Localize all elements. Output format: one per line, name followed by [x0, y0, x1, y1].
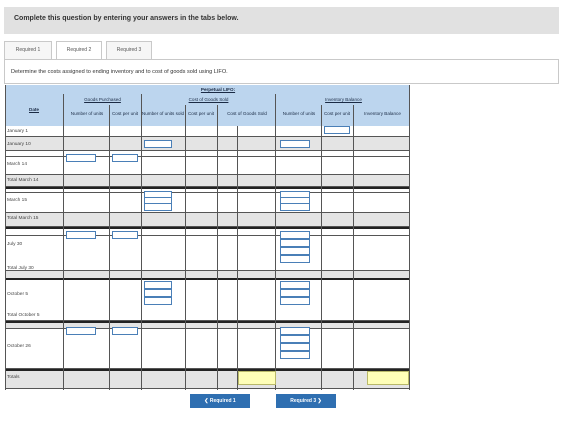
- grid-line: [217, 105, 218, 390]
- grid-line: [237, 126, 238, 390]
- tab-required-1[interactable]: Required 1: [4, 41, 52, 59]
- cogs-total-header: Cost of Goods Sold: [227, 111, 267, 116]
- question-prompt: Determine the costs assigned to ending i…: [11, 69, 228, 75]
- row-label: Total July 30: [7, 266, 34, 271]
- inventory-balance-header: Inventory Balance: [364, 111, 401, 116]
- cogs-header: Cost of Goods Sold: [188, 97, 229, 102]
- table-row: [5, 369, 410, 389]
- sold-units-input[interactable]: [144, 140, 172, 148]
- grid-line: [109, 105, 110, 390]
- row-label: Total October 5: [7, 313, 40, 318]
- table-row: [5, 137, 410, 151]
- inventory-units-input[interactable]: [280, 239, 310, 247]
- grid-line: [5, 85, 6, 390]
- p-cost-header: Cost per unit: [111, 111, 139, 116]
- grid-line: [353, 105, 354, 390]
- purchase-units-input[interactable]: [66, 231, 96, 239]
- row-label: July 30: [7, 242, 23, 247]
- total-inventory-cell[interactable]: [367, 371, 409, 385]
- section-separator: [5, 227, 410, 229]
- prev-required-button[interactable]: ❮ Required 1: [190, 394, 250, 408]
- grid-line: [409, 85, 410, 390]
- p-units-header: Number of units: [70, 111, 104, 116]
- sold-units-input[interactable]: [144, 289, 172, 297]
- inventory-units-input[interactable]: [280, 255, 310, 263]
- i-units-header: Number of units: [282, 111, 316, 116]
- inventory-units-input[interactable]: [280, 335, 310, 343]
- s-cost-header: Cost per unit: [187, 111, 215, 116]
- section-separator: [5, 278, 410, 280]
- i-cost-header: Cost per unit: [323, 111, 351, 116]
- instruction-bar: Complete this question by entering your …: [4, 7, 559, 34]
- grid-line: [321, 105, 322, 390]
- inventory-units-input[interactable]: [280, 231, 310, 239]
- grid-line: [185, 105, 186, 390]
- inventory-header: Inventory Balance: [325, 97, 362, 102]
- row-label: Totals: [7, 375, 20, 380]
- grid-line: [141, 94, 142, 390]
- sold-units-input[interactable]: [144, 203, 172, 211]
- purchase-cost-input[interactable]: [112, 327, 138, 335]
- purchase-units-input[interactable]: [66, 154, 96, 162]
- question-panel: Determine the costs assigned to ending i…: [4, 60, 559, 84]
- s-units-header: Number of units sold: [141, 111, 185, 116]
- table-row: [5, 193, 410, 213]
- table-row: [5, 236, 410, 271]
- tab-required-3[interactable]: Required 3: [106, 41, 152, 59]
- inventory-units-input[interactable]: [280, 327, 310, 335]
- inventory-cost-input[interactable]: [324, 126, 350, 134]
- table-row: [5, 213, 410, 227]
- grid-line: [63, 94, 64, 390]
- inventory-units-input[interactable]: [280, 247, 310, 255]
- total-cogs-cell[interactable]: [238, 371, 276, 385]
- sold-units-input[interactable]: [144, 297, 172, 305]
- inventory-units-input[interactable]: [280, 281, 310, 289]
- row-label: January 1: [7, 129, 29, 134]
- section-separator: [5, 187, 410, 189]
- row-label: Total March 15: [7, 216, 39, 221]
- purchase-units-input[interactable]: [66, 327, 96, 335]
- sold-units-input[interactable]: [144, 281, 172, 289]
- lifo-table: Perpetual LIFO: Date Goods Purchased Cos…: [5, 85, 410, 390]
- table-row: [5, 279, 410, 321]
- inventory-units-input[interactable]: [280, 351, 310, 359]
- row-label: October 5: [7, 292, 29, 297]
- goods-purchased-header: Goods Purchased: [84, 97, 121, 102]
- row-label: Total March 14: [7, 178, 39, 183]
- inventory-units-input[interactable]: [280, 343, 310, 351]
- row-label: January 10: [7, 142, 31, 147]
- instruction-text: Complete this question by entering your …: [14, 15, 239, 22]
- tab-required-2[interactable]: Required 2: [56, 41, 102, 60]
- grid-line: [275, 94, 276, 390]
- row-label: October 26: [7, 344, 31, 349]
- inventory-units-input[interactable]: [280, 140, 310, 148]
- row-label: March 14: [7, 162, 27, 167]
- inventory-units-input[interactable]: [280, 297, 310, 305]
- date-header: Date: [29, 107, 39, 112]
- inventory-units-input[interactable]: [280, 203, 310, 211]
- section-separator: [5, 369, 410, 371]
- row-label: March 15: [7, 198, 27, 203]
- inventory-units-input[interactable]: [280, 289, 310, 297]
- table-row: [5, 329, 410, 369]
- table-title: Perpetual LIFO:: [200, 87, 236, 92]
- purchase-cost-input[interactable]: [112, 231, 138, 239]
- table-row: [5, 175, 410, 187]
- next-required-button[interactable]: Required 3 ❯: [276, 394, 336, 408]
- section-separator: [5, 321, 410, 323]
- purchase-cost-input[interactable]: [112, 154, 138, 162]
